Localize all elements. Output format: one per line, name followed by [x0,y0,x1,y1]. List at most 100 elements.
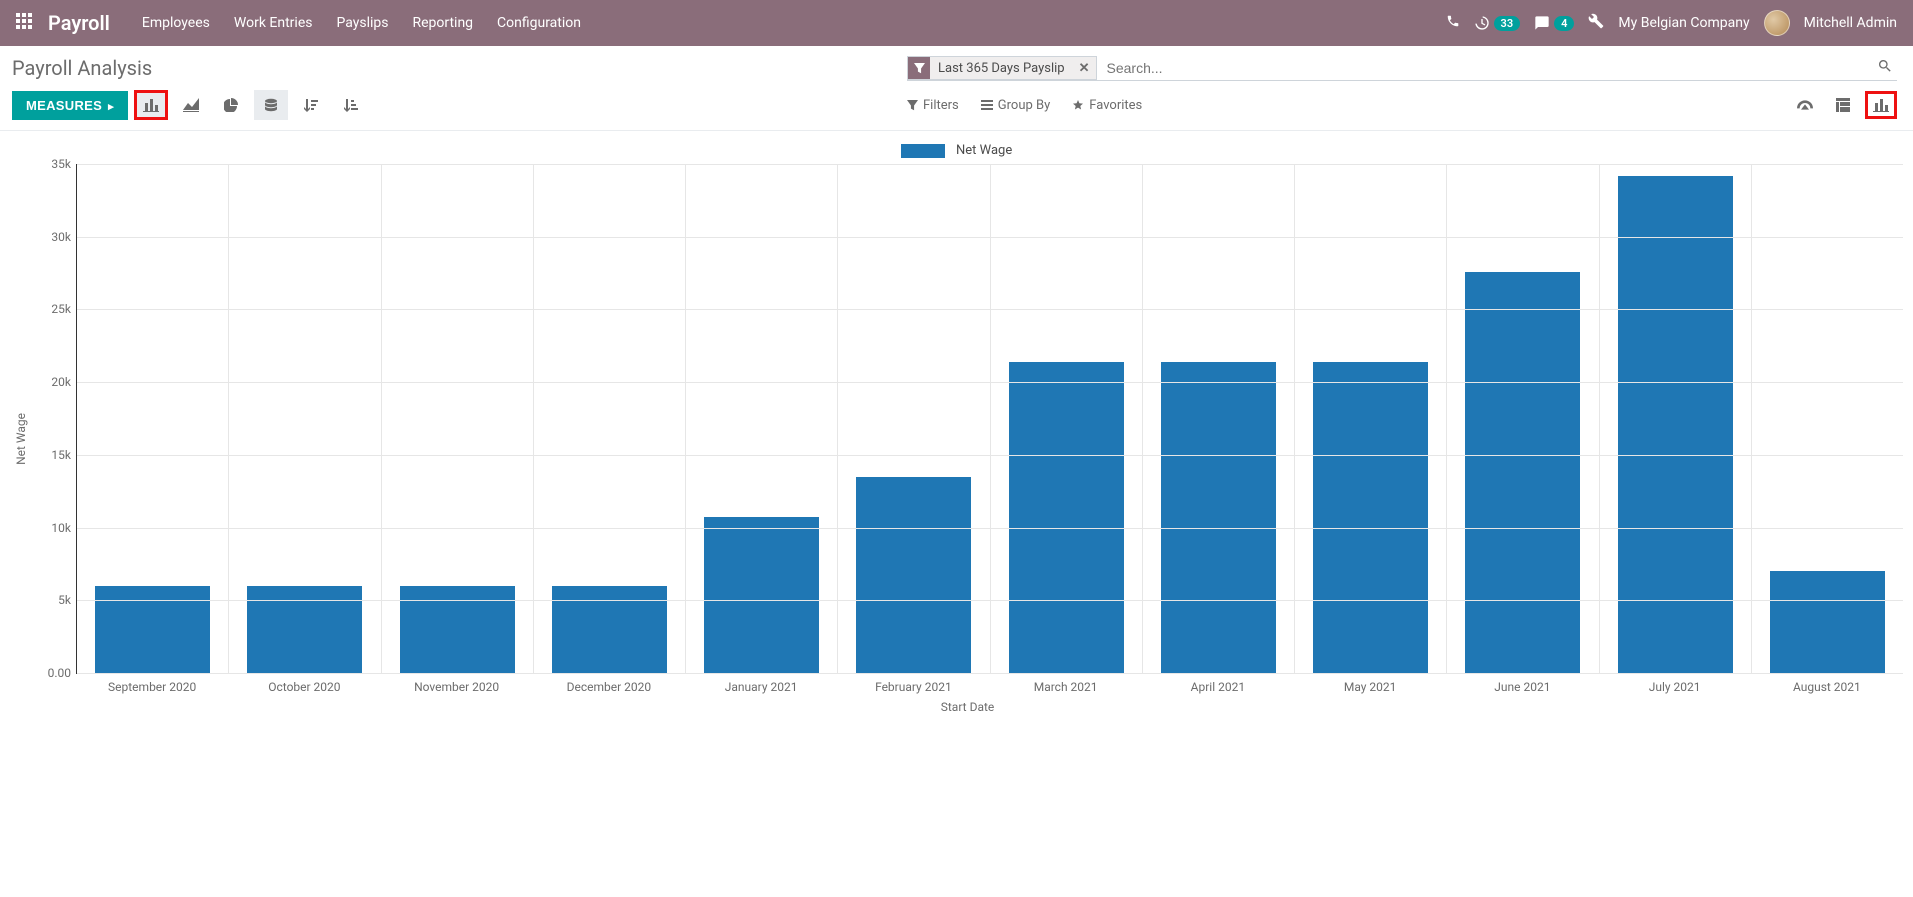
bar[interactable] [400,586,515,673]
nav-employees[interactable]: Employees [142,15,210,31]
legend-label: Net Wage [956,143,1012,158]
nav-menu: Employees Work Entries Payslips Reportin… [142,15,581,31]
chart: Net Wage Net Wage 0.005k10k15k20k25k30k3… [0,131,1913,722]
search-bar: Last 365 Days Payslip ✕ [907,56,1897,81]
apps-icon[interactable] [16,13,32,33]
legend-swatch [901,144,945,158]
x-tick: August 2021 [1751,674,1903,694]
user-name[interactable]: Mitchell Admin [1804,15,1897,31]
bar-slot [1447,164,1599,673]
plot-area: 0.005k10k15k20k25k30k35k [76,164,1903,674]
filter-icon [908,57,930,79]
pie-chart-icon[interactable] [214,90,248,120]
y-tick: 15k [51,448,71,462]
bar[interactable] [704,517,819,673]
favorites-dropdown[interactable]: Favorites [1072,98,1142,113]
graph-view-icon[interactable] [1865,91,1897,119]
bar-slot [1600,164,1752,673]
nav-reporting[interactable]: Reporting [412,15,473,31]
bar-slot [229,164,381,673]
search-icon[interactable] [1873,58,1897,78]
chart-legend: Net Wage [10,143,1903,158]
x-axis-label: Start Date [32,700,1903,714]
gridline [77,455,1903,456]
gridline [77,309,1903,310]
bar-slot [1752,164,1903,673]
filters-dropdown[interactable]: Filters [907,98,959,113]
gridline [77,673,1903,674]
gridline [77,237,1903,238]
bar-slot [991,164,1143,673]
bar[interactable] [856,477,971,673]
nav-configuration[interactable]: Configuration [497,15,581,31]
x-tick: December 2020 [533,674,685,694]
search-facet-remove[interactable]: ✕ [1073,61,1096,76]
sort-desc-icon[interactable] [294,90,328,120]
debug-icon[interactable] [1588,13,1604,33]
x-tick: March 2021 [990,674,1142,694]
messages-badge: 4 [1554,16,1574,31]
bar-chart-icon[interactable] [134,90,168,120]
y-tick: 30k [51,230,71,244]
bar-slot [686,164,838,673]
bar[interactable] [95,586,210,673]
search-facet: Last 365 Days Payslip ✕ [907,56,1097,80]
nav-right: 33 4 My Belgian Company Mitchell Admin [1446,10,1897,36]
x-tick: September 2020 [76,674,228,694]
company-switcher[interactable]: My Belgian Company [1618,15,1749,31]
activities-badge: 33 [1494,16,1521,31]
bar-slot [1143,164,1295,673]
bar-slot [838,164,990,673]
bar[interactable] [1465,272,1580,673]
bar[interactable] [1618,176,1733,673]
activities-icon[interactable]: 33 [1474,15,1521,31]
top-navbar: Payroll Employees Work Entries Payslips … [0,0,1913,46]
x-tick: July 2021 [1599,674,1751,694]
pivot-view-icon[interactable] [1827,91,1859,119]
control-panel: Payroll Analysis MEASURES [0,46,1913,131]
bar-slot [77,164,229,673]
bar[interactable] [1009,362,1124,673]
gridline [77,164,1903,165]
bar[interactable] [552,586,667,673]
bar-slot [382,164,534,673]
graph-toolbar: MEASURES [12,90,368,120]
dashboard-view-icon[interactable] [1789,91,1821,119]
x-tick: February 2021 [837,674,989,694]
sort-asc-icon[interactable] [334,90,368,120]
bar-slot [534,164,686,673]
y-tick: 25k [51,302,71,316]
bar[interactable] [1313,362,1428,673]
page-title: Payroll Analysis [12,56,368,80]
y-tick: 35k [51,157,71,171]
phone-icon[interactable] [1446,14,1460,32]
stacked-icon[interactable] [254,90,288,120]
nav-payslips[interactable]: Payslips [336,15,388,31]
y-tick: 20k [51,375,71,389]
bar[interactable] [1161,362,1276,673]
x-tick: May 2021 [1294,674,1446,694]
search-options: Filters Group By Favorites [907,91,1897,119]
gridline [77,600,1903,601]
x-tick: January 2021 [685,674,837,694]
gridline [77,528,1903,529]
nav-work-entries[interactable]: Work Entries [234,15,313,31]
x-tick: October 2020 [228,674,380,694]
y-tick: 5k [58,593,71,607]
messages-icon[interactable]: 4 [1534,15,1574,31]
measures-button[interactable]: MEASURES [12,91,128,120]
y-tick: 10k [51,521,71,535]
line-chart-icon[interactable] [174,90,208,120]
bar[interactable] [247,586,362,673]
x-tick: April 2021 [1142,674,1294,694]
search-input[interactable] [1103,56,1874,80]
groupby-dropdown[interactable]: Group By [981,98,1051,113]
x-tick: November 2020 [381,674,533,694]
y-axis-label: Net Wage [10,413,32,465]
bar[interactable] [1770,571,1885,673]
search-facet-label: Last 365 Days Payslip [930,61,1073,76]
app-brand[interactable]: Payroll [48,11,110,35]
user-avatar[interactable] [1764,10,1790,36]
y-tick: 0.00 [48,666,71,680]
x-tick: June 2021 [1446,674,1598,694]
